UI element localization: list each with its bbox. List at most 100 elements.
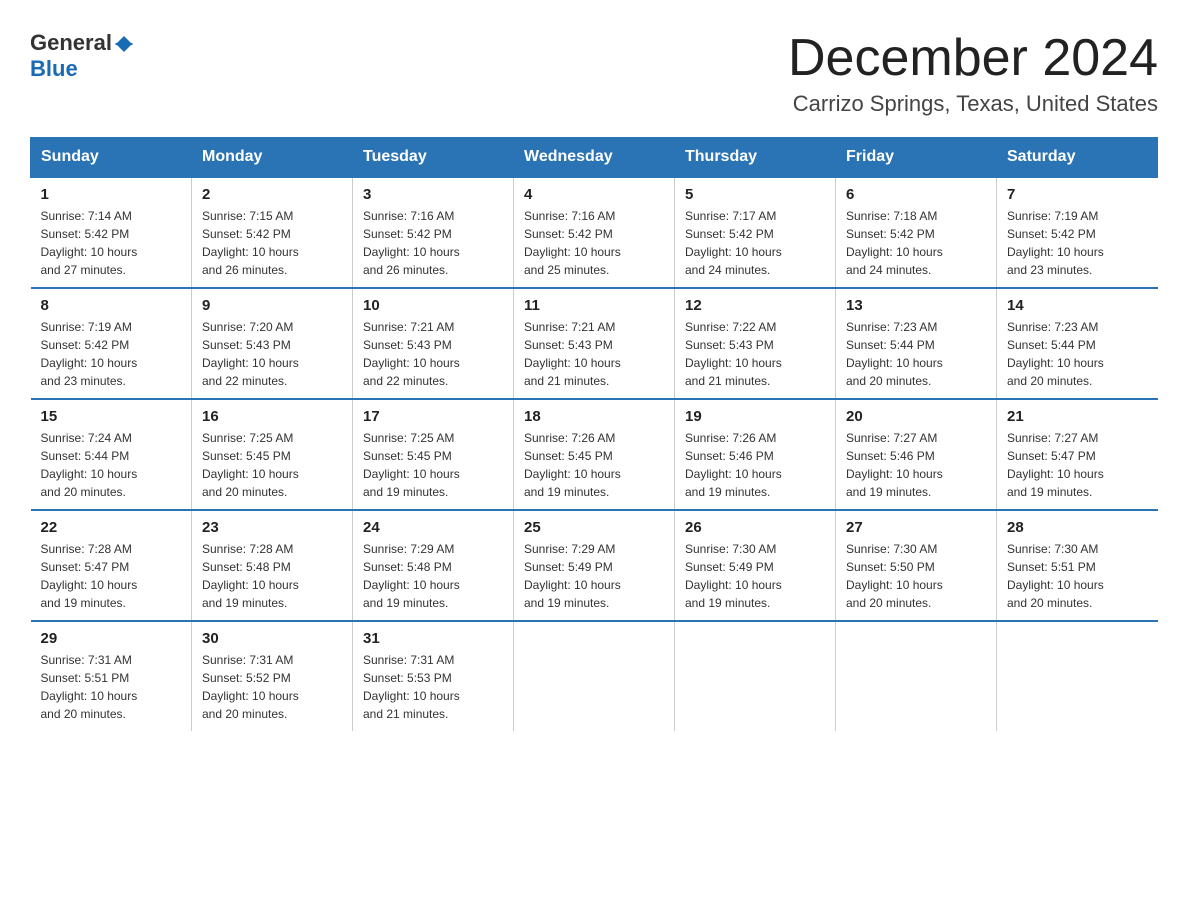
day-number: 2 [202,186,342,203]
day-number: 30 [202,630,342,647]
day-number: 3 [363,186,503,203]
calendar-header-row: SundayMondayTuesdayWednesdayThursdayFrid… [31,138,1158,178]
day-number: 26 [685,519,825,536]
calendar-cell: 9 Sunrise: 7:20 AM Sunset: 5:43 PM Dayli… [192,288,353,399]
calendar-cell [675,621,836,731]
calendar-cell: 3 Sunrise: 7:16 AM Sunset: 5:42 PM Dayli… [353,177,514,288]
day-info: Sunrise: 7:30 AM Sunset: 5:51 PM Dayligh… [1007,540,1148,612]
calendar-cell: 16 Sunrise: 7:25 AM Sunset: 5:45 PM Dayl… [192,399,353,510]
calendar-cell: 5 Sunrise: 7:17 AM Sunset: 5:42 PM Dayli… [675,177,836,288]
calendar-cell: 29 Sunrise: 7:31 AM Sunset: 5:51 PM Dayl… [31,621,192,731]
day-info: Sunrise: 7:30 AM Sunset: 5:50 PM Dayligh… [846,540,986,612]
header-thursday: Thursday [675,138,836,178]
calendar-cell: 13 Sunrise: 7:23 AM Sunset: 5:44 PM Dayl… [836,288,997,399]
calendar-cell: 15 Sunrise: 7:24 AM Sunset: 5:44 PM Dayl… [31,399,192,510]
day-number: 29 [41,630,182,647]
day-number: 7 [1007,186,1148,203]
day-info: Sunrise: 7:21 AM Sunset: 5:43 PM Dayligh… [524,318,664,390]
header-tuesday: Tuesday [353,138,514,178]
day-number: 9 [202,297,342,314]
calendar-cell: 4 Sunrise: 7:16 AM Sunset: 5:42 PM Dayli… [514,177,675,288]
header-friday: Friday [836,138,997,178]
calendar-cell: 20 Sunrise: 7:27 AM Sunset: 5:46 PM Dayl… [836,399,997,510]
calendar-cell: 12 Sunrise: 7:22 AM Sunset: 5:43 PM Dayl… [675,288,836,399]
day-info: Sunrise: 7:27 AM Sunset: 5:47 PM Dayligh… [1007,429,1148,501]
week-row-3: 15 Sunrise: 7:24 AM Sunset: 5:44 PM Dayl… [31,399,1158,510]
calendar-cell: 24 Sunrise: 7:29 AM Sunset: 5:48 PM Dayl… [353,510,514,621]
day-number: 4 [524,186,664,203]
calendar-cell: 31 Sunrise: 7:31 AM Sunset: 5:53 PM Dayl… [353,621,514,731]
calendar-cell: 30 Sunrise: 7:31 AM Sunset: 5:52 PM Dayl… [192,621,353,731]
day-info: Sunrise: 7:27 AM Sunset: 5:46 PM Dayligh… [846,429,986,501]
logo-blue-text: Blue [30,56,78,82]
day-info: Sunrise: 7:17 AM Sunset: 5:42 PM Dayligh… [685,207,825,279]
week-row-4: 22 Sunrise: 7:28 AM Sunset: 5:47 PM Dayl… [31,510,1158,621]
day-info: Sunrise: 7:28 AM Sunset: 5:48 PM Dayligh… [202,540,342,612]
calendar-cell: 26 Sunrise: 7:30 AM Sunset: 5:49 PM Dayl… [675,510,836,621]
day-info: Sunrise: 7:19 AM Sunset: 5:42 PM Dayligh… [41,318,182,390]
day-info: Sunrise: 7:16 AM Sunset: 5:42 PM Dayligh… [363,207,503,279]
day-info: Sunrise: 7:21 AM Sunset: 5:43 PM Dayligh… [363,318,503,390]
day-info: Sunrise: 7:18 AM Sunset: 5:42 PM Dayligh… [846,207,986,279]
calendar-cell: 8 Sunrise: 7:19 AM Sunset: 5:42 PM Dayli… [31,288,192,399]
day-number: 18 [524,408,664,425]
calendar-cell: 1 Sunrise: 7:14 AM Sunset: 5:42 PM Dayli… [31,177,192,288]
month-title: December 2024 [788,30,1158,87]
calendar-cell [514,621,675,731]
day-info: Sunrise: 7:23 AM Sunset: 5:44 PM Dayligh… [846,318,986,390]
week-row-2: 8 Sunrise: 7:19 AM Sunset: 5:42 PM Dayli… [31,288,1158,399]
calendar-cell [997,621,1158,731]
calendar-cell: 6 Sunrise: 7:18 AM Sunset: 5:42 PM Dayli… [836,177,997,288]
day-number: 21 [1007,408,1148,425]
day-info: Sunrise: 7:29 AM Sunset: 5:48 PM Dayligh… [363,540,503,612]
day-info: Sunrise: 7:26 AM Sunset: 5:45 PM Dayligh… [524,429,664,501]
calendar-cell: 2 Sunrise: 7:15 AM Sunset: 5:42 PM Dayli… [192,177,353,288]
calendar-cell: 7 Sunrise: 7:19 AM Sunset: 5:42 PM Dayli… [997,177,1158,288]
day-number: 14 [1007,297,1148,314]
day-number: 31 [363,630,503,647]
calendar-cell: 21 Sunrise: 7:27 AM Sunset: 5:47 PM Dayl… [997,399,1158,510]
header-saturday: Saturday [997,138,1158,178]
calendar-cell: 19 Sunrise: 7:26 AM Sunset: 5:46 PM Dayl… [675,399,836,510]
page-header: General Blue December 2024 Carrizo Sprin… [30,30,1158,117]
calendar-cell: 10 Sunrise: 7:21 AM Sunset: 5:43 PM Dayl… [353,288,514,399]
day-info: Sunrise: 7:31 AM Sunset: 5:51 PM Dayligh… [41,651,182,723]
day-info: Sunrise: 7:25 AM Sunset: 5:45 PM Dayligh… [202,429,342,501]
day-number: 1 [41,186,182,203]
day-info: Sunrise: 7:31 AM Sunset: 5:52 PM Dayligh… [202,651,342,723]
day-info: Sunrise: 7:23 AM Sunset: 5:44 PM Dayligh… [1007,318,1148,390]
day-number: 17 [363,408,503,425]
day-number: 22 [41,519,182,536]
logo: General Blue [30,30,133,82]
calendar-cell: 22 Sunrise: 7:28 AM Sunset: 5:47 PM Dayl… [31,510,192,621]
calendar-table: SundayMondayTuesdayWednesdayThursdayFrid… [30,137,1158,731]
week-row-1: 1 Sunrise: 7:14 AM Sunset: 5:42 PM Dayli… [31,177,1158,288]
day-info: Sunrise: 7:25 AM Sunset: 5:45 PM Dayligh… [363,429,503,501]
day-info: Sunrise: 7:29 AM Sunset: 5:49 PM Dayligh… [524,540,664,612]
logo-general-text: General [30,30,112,56]
day-number: 23 [202,519,342,536]
header-sunday: Sunday [31,138,192,178]
calendar-cell: 25 Sunrise: 7:29 AM Sunset: 5:49 PM Dayl… [514,510,675,621]
day-info: Sunrise: 7:19 AM Sunset: 5:42 PM Dayligh… [1007,207,1148,279]
day-number: 24 [363,519,503,536]
day-info: Sunrise: 7:20 AM Sunset: 5:43 PM Dayligh… [202,318,342,390]
day-number: 16 [202,408,342,425]
day-number: 25 [524,519,664,536]
day-number: 15 [41,408,182,425]
day-number: 6 [846,186,986,203]
header-monday: Monday [192,138,353,178]
day-info: Sunrise: 7:24 AM Sunset: 5:44 PM Dayligh… [41,429,182,501]
calendar-cell: 17 Sunrise: 7:25 AM Sunset: 5:45 PM Dayl… [353,399,514,510]
day-number: 5 [685,186,825,203]
day-info: Sunrise: 7:30 AM Sunset: 5:49 PM Dayligh… [685,540,825,612]
week-row-5: 29 Sunrise: 7:31 AM Sunset: 5:51 PM Dayl… [31,621,1158,731]
location-title: Carrizo Springs, Texas, United States [788,91,1158,117]
calendar-cell: 28 Sunrise: 7:30 AM Sunset: 5:51 PM Dayl… [997,510,1158,621]
calendar-cell [836,621,997,731]
day-number: 20 [846,408,986,425]
day-info: Sunrise: 7:31 AM Sunset: 5:53 PM Dayligh… [363,651,503,723]
calendar-cell: 11 Sunrise: 7:21 AM Sunset: 5:43 PM Dayl… [514,288,675,399]
title-section: December 2024 Carrizo Springs, Texas, Un… [788,30,1158,117]
day-number: 8 [41,297,182,314]
